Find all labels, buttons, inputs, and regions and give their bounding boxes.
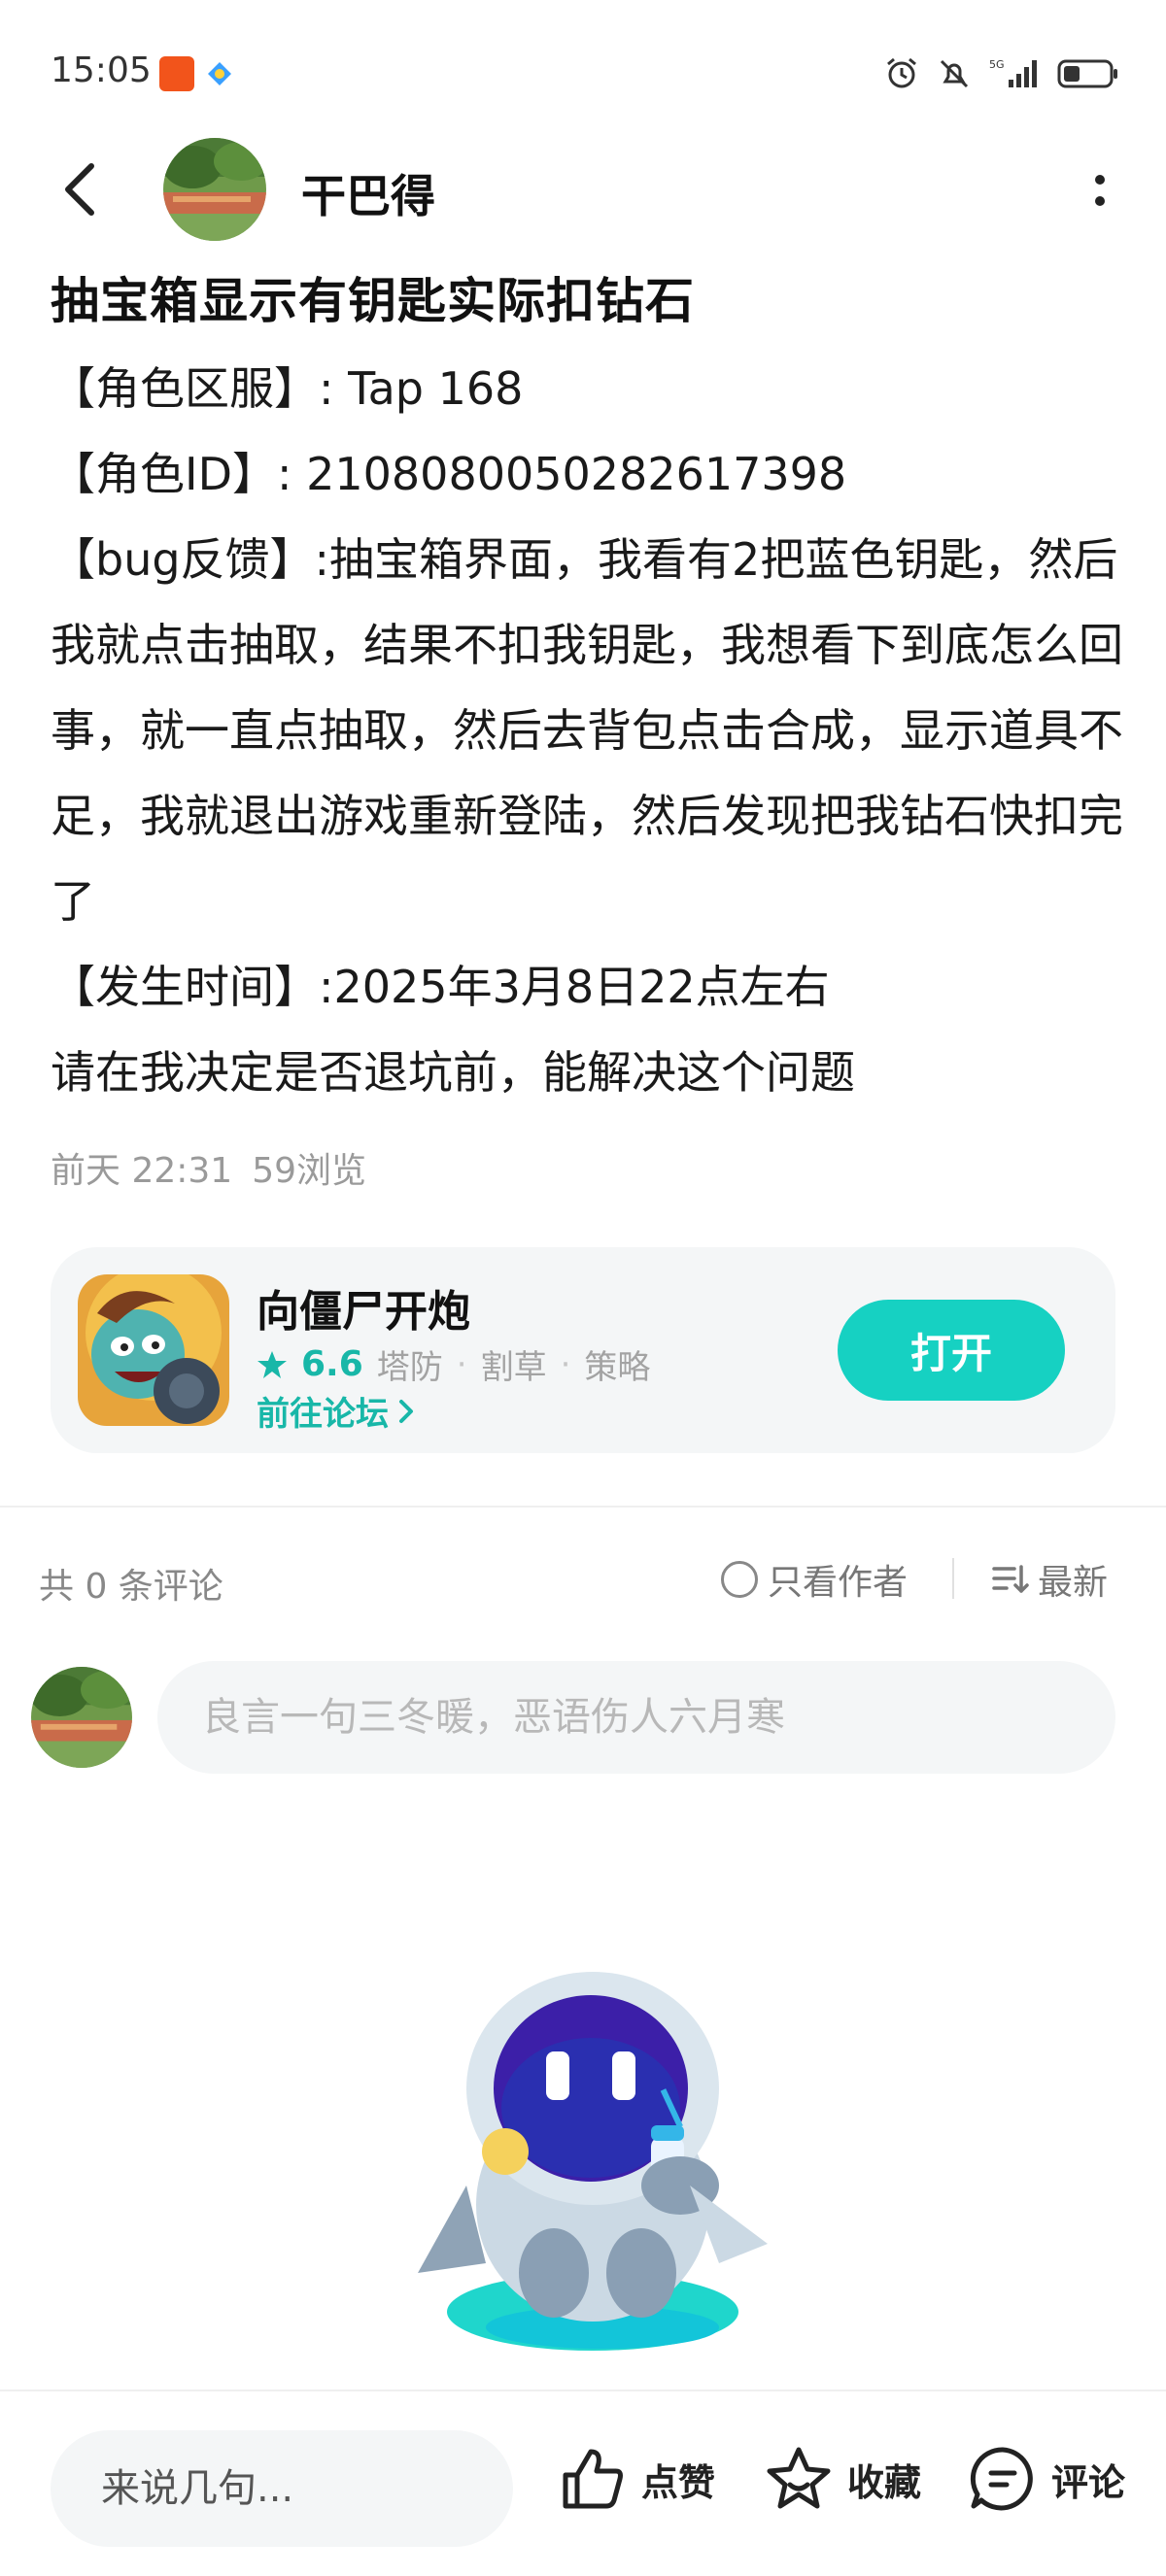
status-time: 15:05 <box>51 51 152 90</box>
game-rating: 6.6 <box>301 1344 363 1384</box>
game-tag: 策略 <box>584 1348 651 1387</box>
post-detail-page: 15:05 5G 干巴得 抽宝箱显示有钥匙实际扣钻石 【角色区服】: Tap 1… <box>0 0 1166 2576</box>
author-name[interactable]: 干巴得 <box>301 161 435 225</box>
post-meta: 前天 22:31 59浏览 <box>51 1142 366 1193</box>
post-line-role-id: 【角色ID】: 2108080050282617398 <box>51 448 847 500</box>
post-line-bug-report: 【bug反馈】:抽宝箱界面，我看有2把蓝色钥匙，然后我就点击抽取，结果不扣我钥匙… <box>51 533 1123 928</box>
mute-bell-icon <box>940 59 969 88</box>
post-line-time: 【发生时间】:2025年3月8日22点左右 <box>51 961 830 1013</box>
favorite-button[interactable]: 收藏 <box>764 2444 921 2514</box>
game-tag: 塔防 <box>376 1348 443 1387</box>
author-only-label: 只看作者 <box>768 1563 909 1603</box>
more-options-button[interactable] <box>1080 159 1119 221</box>
open-game-button[interactable]: 打开 <box>838 1300 1065 1401</box>
user-avatar <box>31 1667 132 1768</box>
bottom-action-bar: 点赞 收藏 评论 <box>0 2391 1166 2576</box>
battery-icon <box>1057 59 1117 88</box>
game-card[interactable]: 向僵尸开炮 6.6 塔防 · 割草 · 策略 前往论坛 打开 <box>51 1247 1115 1453</box>
filter-divider <box>952 1558 954 1599</box>
post-time: 前天 22:31 <box>51 1151 233 1191</box>
game-tag: 割草 <box>480 1348 547 1387</box>
game-rating-row: 6.6 塔防 · 割草 · 策略 <box>257 1340 650 1388</box>
forum-link-label: 前往论坛 <box>257 1395 389 1434</box>
tag-separator: · <box>456 1344 467 1384</box>
notification-app-icon-2 <box>208 62 231 85</box>
author-avatar[interactable] <box>163 138 266 241</box>
quick-comment-input[interactable] <box>51 2430 513 2547</box>
post-line-request: 请在我决定是否退坑前，能解决这个问题 <box>51 1046 855 1099</box>
post-header: 干巴得 <box>0 136 1166 243</box>
sort-latest-label: 最新 <box>1038 1563 1109 1603</box>
comment-count: 共 0 条评论 <box>39 1567 223 1607</box>
author-only-toggle[interactable]: 只看作者 <box>721 1554 908 1605</box>
game-icon <box>78 1274 229 1426</box>
post-line-server: 【角色区服】: Tap 168 <box>51 362 524 415</box>
network-label: 5G <box>989 58 1005 71</box>
empty-comments-mascot <box>418 1972 768 2351</box>
comment-button[interactable]: 评论 <box>968 2444 1125 2514</box>
avatar-image <box>163 138 266 241</box>
comment-bubble-icon <box>970 2447 1033 2511</box>
tag-separator: · <box>560 1344 571 1384</box>
like-button[interactable]: 点赞 <box>558 2444 715 2514</box>
status-icons: 5G <box>884 54 1119 93</box>
chevron-left-icon <box>65 163 94 216</box>
forum-link[interactable]: 前往论坛 <box>257 1387 416 1435</box>
comments-header: 共 0 条评论 只看作者 最新 <box>0 1544 1166 1622</box>
avatar-image <box>31 1667 132 1768</box>
sort-latest-button[interactable]: 最新 <box>991 1554 1108 1605</box>
radio-icon <box>721 1561 758 1598</box>
section-divider <box>0 1506 1166 1508</box>
post-views: 59浏览 <box>252 1151 367 1191</box>
more-dot <box>1095 175 1105 185</box>
alarm-icon <box>887 57 916 88</box>
notification-app-icon <box>159 56 194 91</box>
star-icon <box>257 1350 287 1378</box>
comment-label: 评论 <box>1051 2460 1126 2504</box>
post-body: 【角色区服】: Tap 168 【角色ID】: 2108080050282617… <box>51 346 1129 1115</box>
game-name: 向僵尸开炮 <box>257 1287 470 1337</box>
comment-input[interactable] <box>157 1661 1115 1774</box>
signal-icon: 5G <box>989 58 1037 87</box>
post-title: 抽宝箱显示有钥匙实际扣钻石 <box>51 273 695 329</box>
status-bar: 15:05 5G <box>0 0 1166 146</box>
star-outline-icon <box>767 2447 831 2509</box>
thumbs-up-icon <box>563 2449 623 2509</box>
sort-icon <box>992 1565 1029 1593</box>
chevron-right-icon <box>399 1399 413 1423</box>
more-dot <box>1095 196 1105 206</box>
like-label: 点赞 <box>641 2460 716 2504</box>
back-button[interactable] <box>51 157 109 221</box>
favorite-label: 收藏 <box>847 2460 922 2504</box>
zombie-game-icon <box>78 1274 229 1426</box>
